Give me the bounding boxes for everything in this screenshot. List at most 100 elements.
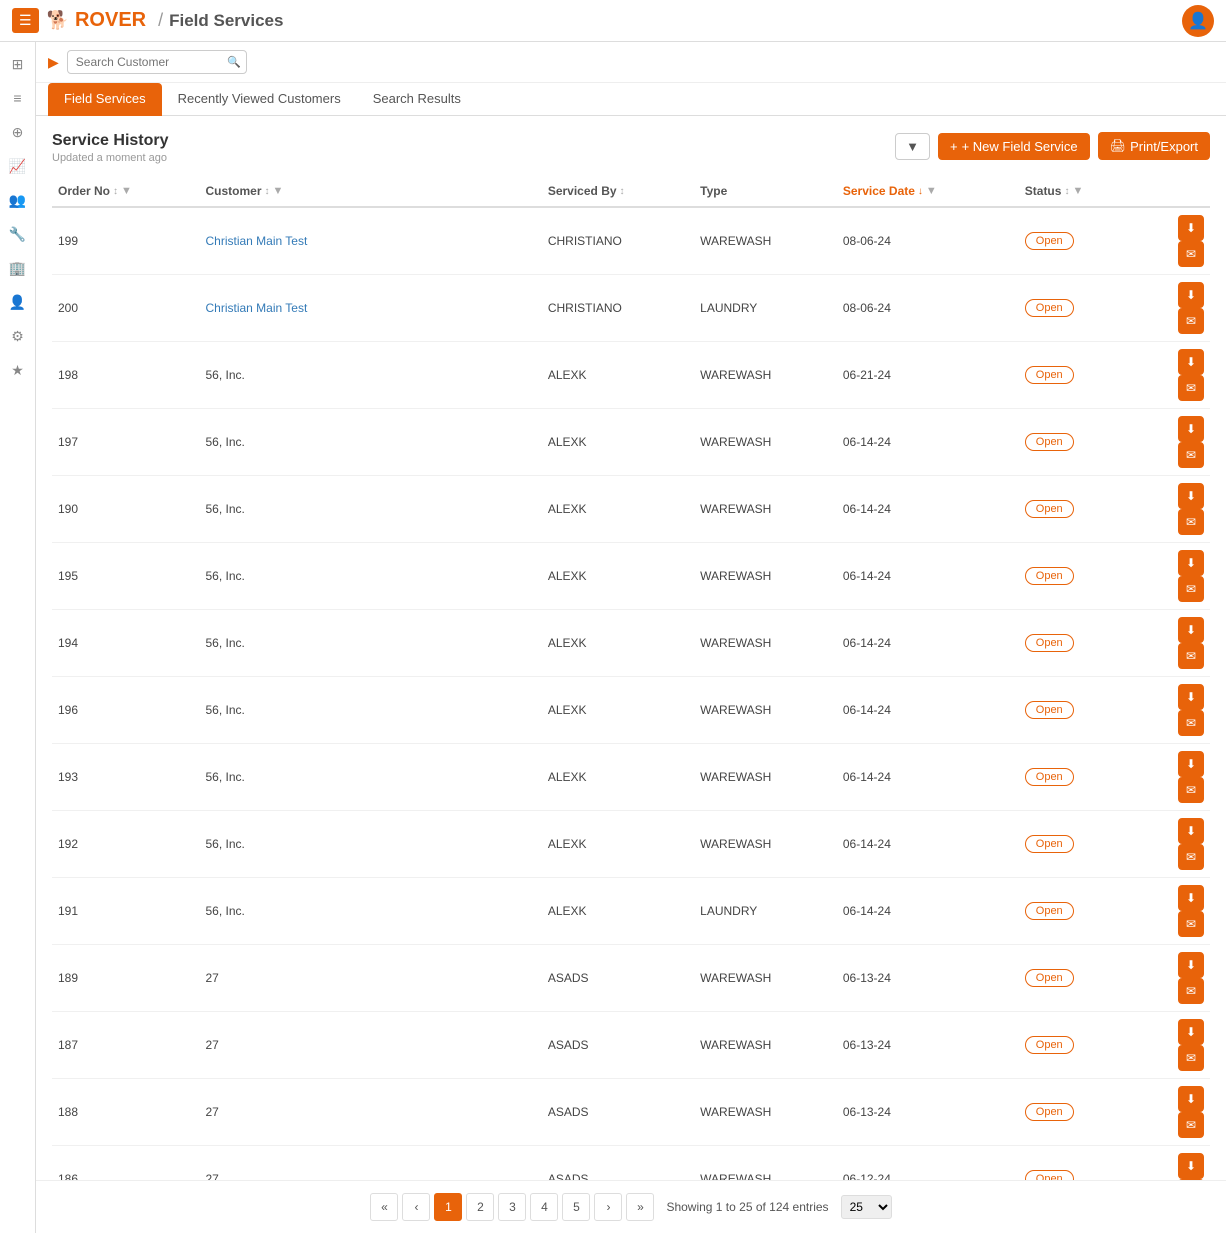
download-btn[interactable]: ⬇ — [1178, 349, 1204, 375]
tab-recently-viewed[interactable]: Recently Viewed Customers — [162, 83, 357, 116]
sort-serviced-by-icon[interactable]: ↕ — [620, 186, 625, 197]
download-btn[interactable]: ⬇ — [1178, 1153, 1204, 1179]
main-content: ▶ 🔍 Field Services Recently Viewed Custo… — [36, 42, 1226, 1233]
cell-actions: ⬇ ✉ — [1140, 1012, 1210, 1079]
cell-order-no: 197 — [52, 409, 200, 476]
search-customer-input[interactable] — [67, 50, 247, 74]
email-btn[interactable]: ✉ — [1178, 1112, 1204, 1138]
cell-order-no: 187 — [52, 1012, 200, 1079]
download-btn[interactable]: ⬇ — [1178, 617, 1204, 643]
sidebar-icon-settings[interactable]: ⚙ — [4, 322, 32, 350]
new-field-service-button[interactable]: + + New Field Service — [938, 133, 1090, 160]
filter-customer-icon[interactable]: ▼ — [273, 185, 284, 197]
email-btn[interactable]: ✉ — [1178, 911, 1204, 937]
download-btn[interactable]: ⬇ — [1178, 416, 1204, 442]
page-2-btn[interactable]: 2 — [466, 1193, 494, 1221]
email-btn[interactable]: ✉ — [1178, 509, 1204, 535]
email-btn[interactable]: ✉ — [1178, 308, 1204, 334]
global-filter-button[interactable]: ▼ — [895, 133, 930, 160]
email-btn[interactable]: ✉ — [1178, 777, 1204, 803]
sort-customer-icon[interactable]: ↕ — [265, 186, 270, 197]
email-btn[interactable]: ✉ — [1178, 576, 1204, 602]
cell-serviced-by: CHRISTIANO — [542, 207, 694, 275]
email-btn[interactable]: ✉ — [1178, 375, 1204, 401]
tab-search-results[interactable]: Search Results — [357, 83, 477, 116]
email-btn[interactable]: ✉ — [1178, 710, 1204, 736]
sidebar-icon-people[interactable]: 👥 — [4, 186, 32, 214]
email-btn[interactable]: ✉ — [1178, 844, 1204, 870]
cell-order-no: 193 — [52, 744, 200, 811]
table-row: 193 56, Inc. ALEXK WAREWASH 06-14-24 Ope… — [52, 744, 1210, 811]
sidebar-icon-list[interactable]: ≡ — [4, 84, 32, 112]
hamburger-menu[interactable]: ☰ — [12, 8, 39, 33]
cell-status: Open — [1019, 744, 1140, 811]
table-row: 195 56, Inc. ALEXK WAREWASH 06-14-24 Ope… — [52, 543, 1210, 610]
header-actions: ▼ + + New Field Service 🖨 Print/Export — [895, 132, 1210, 160]
email-btn[interactable]: ✉ — [1178, 1045, 1204, 1071]
cell-serviced-by: ALEXK — [542, 677, 694, 744]
sidebar-icon-tag[interactable]: ⊕ — [4, 118, 32, 146]
cell-status: Open — [1019, 207, 1140, 275]
download-btn[interactable]: ⬇ — [1178, 550, 1204, 576]
status-badge: Open — [1025, 1036, 1074, 1054]
sidebar-icon-star[interactable]: ★ — [4, 356, 32, 384]
page-next-btn[interactable]: › — [594, 1193, 622, 1221]
logo-text: ROVER — [75, 9, 146, 32]
email-btn[interactable]: ✉ — [1178, 241, 1204, 267]
download-btn[interactable]: ⬇ — [1178, 684, 1204, 710]
sidebar-icon-person[interactable]: 👤 — [4, 288, 32, 316]
download-btn[interactable]: ⬇ — [1178, 483, 1204, 509]
page-4-btn[interactable]: 4 — [530, 1193, 558, 1221]
email-btn[interactable]: ✉ — [1178, 978, 1204, 1004]
page-3-btn[interactable]: 3 — [498, 1193, 526, 1221]
status-badge: Open — [1025, 299, 1074, 317]
page-last-btn[interactable]: » — [626, 1193, 654, 1221]
th-type: Type — [694, 176, 837, 207]
download-btn[interactable]: ⬇ — [1178, 952, 1204, 978]
sidebar-icon-chart[interactable]: 📈 — [4, 152, 32, 180]
download-btn[interactable]: ⬇ — [1178, 818, 1204, 844]
sort-service-date-icon[interactable]: ↓ — [918, 186, 923, 197]
cell-order-no: 191 — [52, 878, 200, 945]
download-btn[interactable]: ⬇ — [1178, 215, 1204, 241]
page-1-btn[interactable]: 1 — [434, 1193, 462, 1221]
search-toggle-btn[interactable]: ▶ — [48, 54, 59, 71]
download-btn[interactable]: ⬇ — [1178, 1019, 1204, 1045]
sidebar-icon-building[interactable]: 🏢 — [4, 254, 32, 282]
sidebar: ⊞ ≡ ⊕ 📈 👥 🔧 🏢 👤 ⚙ ★ — [0, 42, 36, 1233]
cell-service-date: 06-14-24 — [837, 543, 1019, 610]
email-btn[interactable]: ✉ — [1178, 442, 1204, 468]
cell-order-no: 189 — [52, 945, 200, 1012]
sidebar-icon-grid[interactable]: ⊞ — [4, 50, 32, 78]
filter-order-no-icon[interactable]: ▼ — [121, 185, 132, 197]
status-badge: Open — [1025, 768, 1074, 786]
print-export-button[interactable]: 🖨 Print/Export — [1098, 132, 1210, 160]
cell-actions: ⬇ ✉ — [1140, 677, 1210, 744]
cell-type: WAREWASH — [694, 610, 837, 677]
customer-link[interactable]: Christian Main Test — [206, 234, 308, 248]
filter-service-date-icon[interactable]: ▼ — [926, 185, 937, 197]
download-btn[interactable]: ⬇ — [1178, 751, 1204, 777]
page-prev-btn[interactable]: ‹ — [402, 1193, 430, 1221]
table-row: 189 27 ASADS WAREWASH 06-13-24 Open ⬇ ✉ — [52, 945, 1210, 1012]
sidebar-icon-wrench[interactable]: 🔧 — [4, 220, 32, 248]
sort-order-no-icon[interactable]: ↕ — [113, 186, 118, 197]
user-avatar[interactable]: 👤 — [1182, 5, 1214, 37]
cell-service-date: 06-14-24 — [837, 476, 1019, 543]
new-field-service-label: + New Field Service — [962, 139, 1078, 154]
download-btn[interactable]: ⬇ — [1178, 885, 1204, 911]
filter-status-icon[interactable]: ▼ — [1072, 185, 1083, 197]
print-icon: 🖨 — [1110, 138, 1127, 154]
download-btn[interactable]: ⬇ — [1178, 282, 1204, 308]
download-btn[interactable]: ⬇ — [1178, 1086, 1204, 1112]
tab-field-services[interactable]: Field Services — [48, 83, 162, 116]
cell-order-no: 199 — [52, 207, 200, 275]
cell-status: Open — [1019, 878, 1140, 945]
sort-status-icon[interactable]: ↕ — [1064, 186, 1069, 197]
page-size-select[interactable]: 25 50 100 — [841, 1195, 892, 1219]
customer-link[interactable]: Christian Main Test — [206, 301, 308, 315]
page-5-btn[interactable]: 5 — [562, 1193, 590, 1221]
page-first-btn[interactable]: « — [370, 1193, 398, 1221]
cell-service-date: 06-12-24 — [837, 1146, 1019, 1181]
email-btn[interactable]: ✉ — [1178, 643, 1204, 669]
